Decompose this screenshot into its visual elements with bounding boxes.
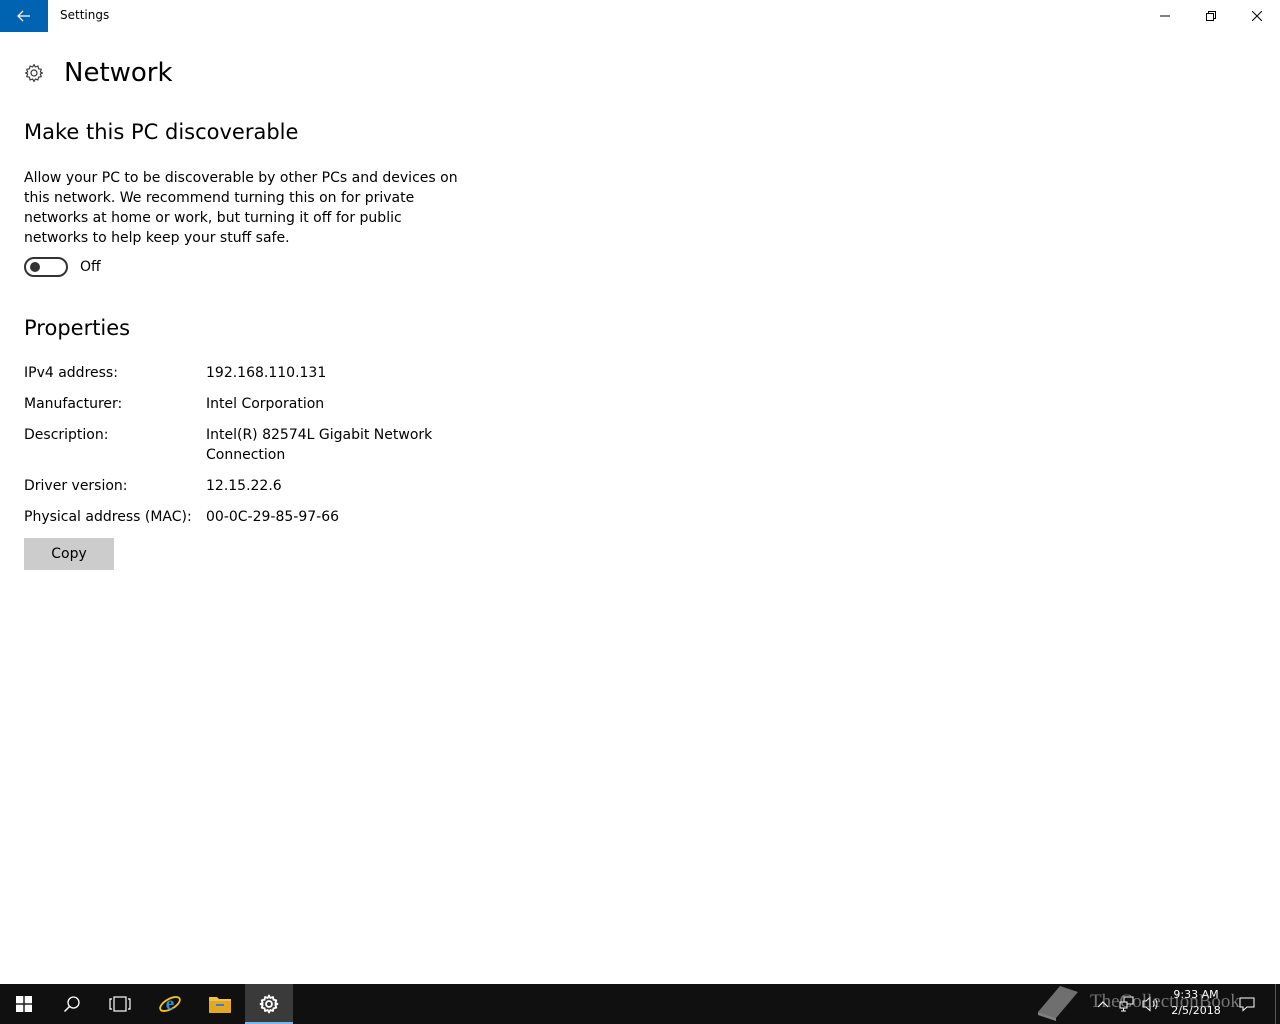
back-button[interactable] (0, 0, 48, 32)
file-explorer-icon (209, 997, 231, 1013)
property-label: IPv4 address: (24, 365, 118, 381)
taskbar: e 9:33 AM 2/5/2018 (0, 984, 1280, 1024)
volume-icon (1142, 996, 1158, 1012)
discoverable-toggle-row: Off (24, 257, 101, 277)
property-value: Intel Corporation (206, 396, 325, 412)
taskbar-clock[interactable]: 9:33 AM 2/5/2018 (1166, 987, 1226, 1019)
minimize-button[interactable] (1142, 0, 1188, 32)
close-icon (1252, 11, 1262, 21)
discoverable-toggle[interactable] (24, 257, 68, 277)
property-row: Manufacturer: Intel Corporation (24, 394, 466, 414)
start-button[interactable] (0, 984, 48, 1024)
settings-window: Settings Network Make this PC discoverab… (0, 0, 1280, 984)
restore-icon (1206, 11, 1216, 21)
property-label: Description: (24, 427, 109, 443)
window-title: Settings (60, 8, 110, 22)
restore-button[interactable] (1188, 0, 1234, 32)
discoverable-description: Allow your PC to be discoverable by othe… (24, 170, 458, 246)
property-label: Driver version: (24, 478, 128, 494)
task-view-button[interactable] (96, 984, 144, 1024)
clock-time: 9:33 AM (1173, 988, 1219, 1001)
network-icon (1119, 996, 1134, 1012)
action-center-button[interactable] (1237, 994, 1257, 1014)
property-label: Physical address (MAC): (24, 509, 192, 525)
properties-list: IPv4 address: 192.168.110.131 Manufactur… (24, 363, 466, 538)
volume-tray-button[interactable] (1141, 994, 1161, 1014)
file-explorer-taskbar-button[interactable] (196, 984, 244, 1024)
toggle-knob (30, 262, 40, 272)
chevron-up-icon (1097, 1001, 1109, 1008)
property-row: Driver version: 12.15.22.6 (24, 476, 466, 496)
settings-taskbar-button[interactable] (245, 984, 293, 1024)
page-title: Network (64, 58, 173, 88)
svg-text:e: e (166, 994, 174, 1015)
properties-heading: Properties (24, 316, 131, 340)
property-value: 12.15.22.6 (206, 478, 282, 494)
property-label: Manufacturer: (24, 396, 123, 412)
page-header: Network (24, 56, 173, 90)
search-icon (63, 996, 80, 1013)
internet-explorer-taskbar-button[interactable]: e (146, 984, 194, 1024)
close-button[interactable] (1234, 0, 1280, 32)
clock-date: 2/5/2018 (1171, 1004, 1221, 1017)
toggle-state-label: Off (80, 259, 101, 275)
search-button[interactable] (48, 984, 96, 1024)
minimize-icon (1160, 15, 1170, 17)
discoverable-heading: Make this PC discoverable (24, 120, 299, 144)
show-desktop-button[interactable] (1275, 984, 1276, 1024)
copy-button[interactable]: Copy (24, 538, 114, 570)
network-tray-button[interactable] (1117, 994, 1137, 1014)
title-bar: Settings (0, 0, 1280, 32)
property-row: Description: Intel(R) 82574L Gigabit Net… (24, 425, 466, 465)
back-arrow-icon (17, 10, 30, 22)
show-hidden-icons-button[interactable] (1093, 994, 1113, 1014)
windows-start-icon (16, 996, 32, 1012)
task-view-icon (109, 996, 131, 1012)
settings-gear-icon (259, 994, 279, 1014)
property-value: 192.168.110.131 (206, 365, 327, 381)
notification-icon (1239, 997, 1255, 1012)
internet-explorer-icon: e (159, 994, 181, 1015)
property-row: Physical address (MAC): 00-0C-29-85-97-6… (24, 507, 466, 527)
gear-icon (24, 63, 44, 83)
property-value: Intel(R) 82574L Gigabit Network Connecti… (206, 427, 433, 463)
property-row: IPv4 address: 192.168.110.131 (24, 363, 466, 383)
property-value: 00-0C-29-85-97-66 (206, 509, 340, 525)
